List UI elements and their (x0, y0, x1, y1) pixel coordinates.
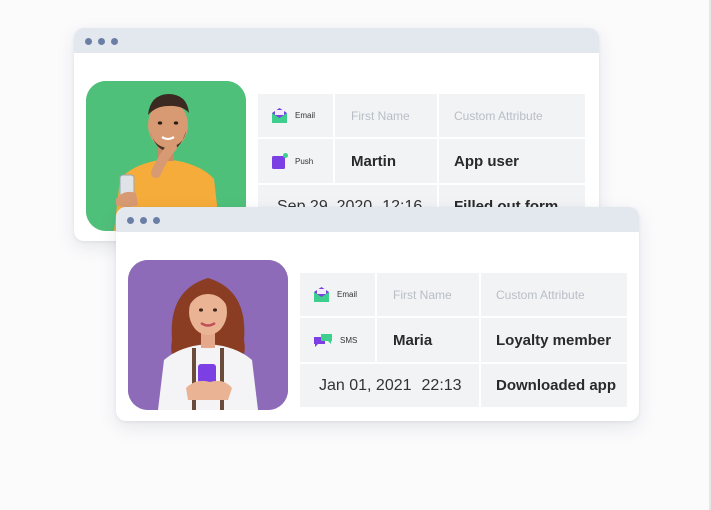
channel-sms-cell: SMS (300, 318, 375, 362)
column-header-first-name: First Name (335, 94, 437, 137)
channel-label: SMS (340, 335, 358, 345)
event-name: Downloaded app (481, 364, 627, 407)
window-dot-icon (111, 38, 118, 45)
first-name-value: Maria (377, 318, 479, 362)
envelope-icon (272, 108, 287, 123)
event-date: Jan 01, 2021 (319, 376, 412, 394)
window-dot-icon (153, 217, 160, 224)
event-time: 22:13 (421, 376, 462, 394)
custom-attribute-value: App user (439, 139, 585, 183)
channel-label: Push (295, 156, 314, 166)
marketing-illustration: Email First Name Custom Attribute Push M… (0, 0, 711, 510)
channel-push-cell: Push (258, 139, 333, 183)
channel-email-cell: Email (258, 94, 333, 137)
channel-email-cell: Email (300, 273, 375, 316)
envelope-icon (314, 287, 329, 302)
channel-label: Email (295, 111, 316, 120)
window-dot-icon (85, 38, 92, 45)
chat-bubbles-icon (314, 333, 332, 347)
first-name-value: Martin (335, 139, 437, 183)
window-titlebar (74, 28, 599, 53)
column-header-custom-attribute: Custom Attribute (439, 94, 585, 137)
column-header-custom-attribute: Custom Attribute (481, 273, 627, 316)
push-notification-icon (272, 152, 288, 169)
channel-label: Email (337, 290, 358, 299)
column-header-first-name: First Name (377, 273, 479, 316)
window-titlebar (116, 207, 639, 232)
window-dot-icon (140, 217, 147, 224)
custom-attribute-value: Loyalty member (481, 318, 627, 362)
window-dot-icon (98, 38, 105, 45)
contact-photo-woman (128, 260, 288, 410)
contact-card-maria: Email First Name Custom Attribute SMS Ma… (116, 207, 639, 421)
event-datetime: Jan 01, 2021 22:13 (300, 364, 479, 407)
window-dot-icon (127, 217, 134, 224)
